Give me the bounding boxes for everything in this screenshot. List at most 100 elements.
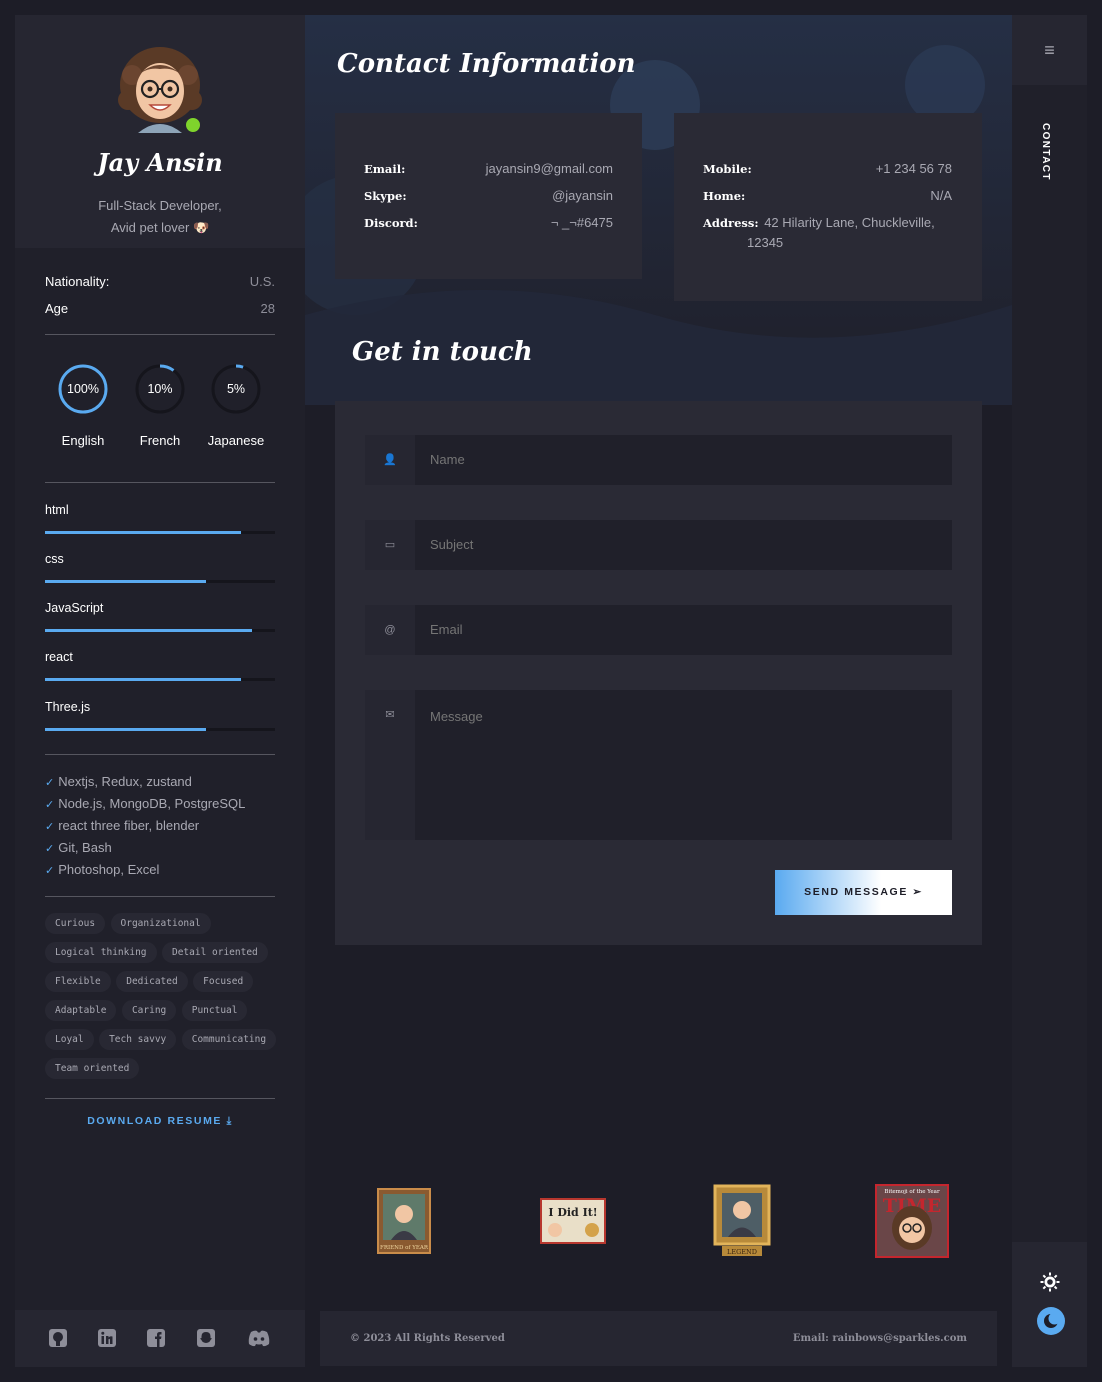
contact-form: 👤 ▭ @ ✉ SEND MESSAGE ➢ (335, 401, 982, 945)
skill-react: react (45, 650, 275, 681)
contact-mobile: Mobile: +1 234 56 78 (703, 161, 952, 176)
skill-fill (45, 580, 206, 583)
list-item: ✓ Node.js, MongoDB, PostgreSQL (45, 795, 245, 817)
user-icon: 👤 (365, 435, 415, 485)
trait-tag: Flexible (45, 971, 111, 992)
divider (45, 896, 275, 897)
snapchat-icon[interactable] (195, 1327, 217, 1349)
contact-value: N/A (930, 188, 952, 203)
skill-name: react (45, 650, 73, 664)
skill-track (45, 629, 275, 632)
download-resume-link[interactable]: DOWNLOAD RESUME ⤓ (45, 1115, 275, 1128)
contact-label: Skype: (364, 189, 407, 203)
skill-name: JavaScript (45, 601, 104, 615)
trait-tag: Dedicated (116, 971, 188, 992)
language-percent: 10% (147, 382, 173, 396)
facebook-icon[interactable] (145, 1327, 167, 1349)
skill-html: html (45, 503, 275, 534)
check-icon: ✓ (45, 865, 55, 877)
trait-tag: Adaptable (45, 1000, 117, 1021)
language-percent: 5% (226, 382, 246, 396)
name-input[interactable] (430, 435, 930, 485)
moon-icon[interactable] (1037, 1307, 1065, 1335)
contact-home: Home: N/A (703, 188, 952, 203)
download-resume-label: DOWNLOAD RESUME (87, 1115, 223, 1127)
footer: © 2023 All Rights Reserved Email: rainbo… (320, 1311, 997, 1366)
menu-icon: ≡ (1044, 40, 1055, 60)
info-label: Nationality: (45, 274, 110, 289)
contact-email: Email: jayansin9@gmail.com (364, 161, 613, 176)
send-message-button[interactable]: SEND MESSAGE ➢ (775, 870, 952, 915)
email-input[interactable] (430, 605, 930, 655)
info-value: U.S. (249, 274, 275, 289)
info-nationality: Nationality: U.S. (45, 274, 275, 289)
message-textarea[interactable] (430, 708, 930, 828)
trait-tag: Organizational (110, 913, 211, 934)
divider (45, 334, 275, 335)
right-nav: ≡ CONTACT (1012, 15, 1087, 1367)
language-name: Japanese (207, 433, 265, 448)
list-item: ✓ Nextjs, Redux, zustand (45, 773, 245, 795)
trait-tag: Loyal (45, 1029, 94, 1050)
extra-skills-list: ✓ Nextjs, Redux, zustand ✓ Node.js, MongoD… (45, 773, 245, 883)
contact-label: Home: (703, 189, 746, 203)
subject-field: ▭ (365, 520, 952, 570)
hamburger-menu-button[interactable]: ≡ (1012, 15, 1087, 85)
list-item-label: Nextjs, Redux, zustand (58, 774, 192, 789)
at-icon: @ (365, 605, 415, 655)
contact-card-right: Mobile: +1 234 56 78 Home: N/A Address: … (674, 113, 982, 301)
main-content: Contact Information Email: jayansin9@gma… (305, 15, 1012, 1367)
language-japanese: 5% Japanese (206, 363, 266, 448)
list-item: ✓ react three fiber, blender (45, 817, 245, 839)
linkedin-icon[interactable] (96, 1327, 118, 1349)
skill-track (45, 580, 275, 583)
skill-name: css (45, 552, 64, 566)
contact-value: ¬ _¬#6475 (550, 215, 613, 230)
footer-email[interactable]: Email: rainbows@sparkles.com (793, 1333, 967, 1344)
email-field: @ (365, 605, 952, 655)
contact-skype: Skype: @jayansin (364, 188, 613, 203)
badge-caption: FRIEND of YEAR (380, 1245, 429, 1251)
contact-label: Email: (364, 162, 406, 176)
paper-plane-icon: ➢ (912, 886, 923, 898)
theme-toggle (1012, 1242, 1087, 1367)
divider (45, 754, 275, 755)
subject-input[interactable] (430, 520, 930, 570)
check-icon: ✓ (45, 821, 55, 833)
contact-label: Address: (703, 216, 759, 230)
form-section-title: Get in touch (352, 337, 533, 367)
language-name: French (139, 433, 181, 448)
skill-name: Three.js (45, 700, 91, 714)
inbox-icon: ▭ (365, 520, 415, 570)
trait-tag: Detail oriented (161, 942, 268, 963)
skill-track (45, 728, 275, 731)
list-item-label: react three fiber, blender (58, 818, 200, 833)
skill-fill (45, 531, 241, 534)
github-icon[interactable] (47, 1327, 69, 1349)
social-links (15, 1310, 305, 1367)
contact-address: Address: 42 Hilarity Lane, Chuckleville,… (703, 215, 952, 250)
trait-tag: Team oriented (45, 1058, 140, 1079)
language-french: 10% French (130, 363, 190, 448)
friend-of-year-badge: FRIEND of YEAR (377, 1188, 431, 1254)
traits-tags: Curious Organizational Logical thinking … (45, 913, 280, 1087)
contact-value[interactable]: jayansin9@gmail.com (486, 161, 613, 176)
profile-role-line1: Full-Stack Developer, (98, 198, 222, 213)
skill-fill (45, 678, 241, 681)
contact-label: Discord: (364, 216, 418, 230)
divider (45, 482, 275, 483)
discord-icon[interactable] (246, 1327, 272, 1349)
contact-value: @jayansin (552, 188, 613, 203)
download-icon: ⤓ (226, 1115, 233, 1127)
envelope-icon: ✉ (365, 690, 415, 840)
trait-tag: Logical thinking (45, 942, 157, 963)
moon-glyph (1044, 1312, 1061, 1328)
trait-tag: Curious (45, 913, 106, 934)
list-item-label: Node.js, MongoDB, PostgreSQL (58, 796, 246, 811)
skill-threejs: Three.js (45, 700, 275, 731)
contact-card-left: Email: jayansin9@gmail.com Skype: @jayan… (335, 113, 642, 279)
sun-icon[interactable] (1040, 1272, 1060, 1292)
message-field: ✉ (365, 690, 952, 840)
nav-contact-link[interactable]: CONTACT (1040, 123, 1051, 181)
list-item: ✓ Photoshop, Excel (45, 861, 245, 883)
